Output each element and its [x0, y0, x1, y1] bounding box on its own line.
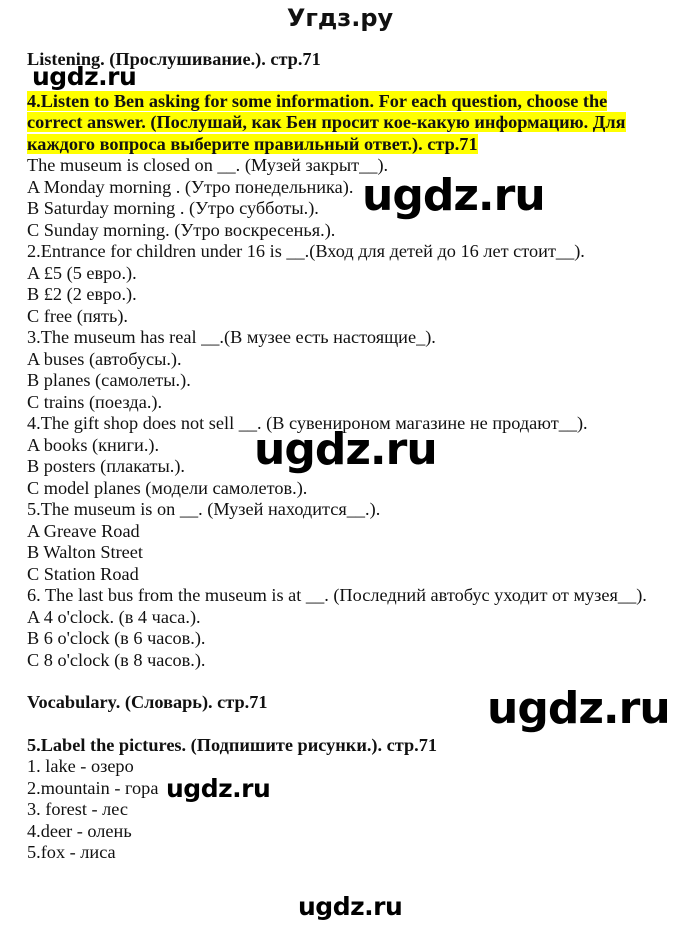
answer-option: A £5 (5 евро.). — [27, 262, 137, 283]
watermark: ugdz.ru — [362, 170, 546, 221]
vocabulary-item: 5.fox - лиса — [27, 842, 116, 862]
question-text: The museum is closed on __. (Музей закры… — [27, 155, 389, 175]
answer-option: A Greave Road — [27, 520, 140, 541]
answer-option: A buses (автобусы.). — [27, 348, 182, 369]
question-2: 2.Entrance for children under 16 is __.(… — [27, 241, 657, 327]
watermark: ugdz.ru — [487, 683, 671, 734]
vocabulary-task: 5.Label the pictures. (Подпишите рисунки… — [27, 735, 657, 864]
question-text: 2.Entrance for children under 16 is __.(… — [27, 241, 585, 261]
question-text: 3.The museum has real __.(В музее есть н… — [27, 327, 436, 347]
question-3: 3.The museum has real __.(В музее есть н… — [27, 327, 657, 413]
listening-task-title: 4.Listen to Ben asking for some informat… — [27, 90, 657, 156]
vocabulary-item: 3. forest - лес — [27, 799, 128, 819]
answer-option: C model planes (модели самолетов.). — [27, 477, 308, 498]
question-6: 6. The last bus from the museum is at __… — [27, 585, 657, 671]
answer-option: B planes (самолеты.). — [27, 370, 191, 390]
watermark: ugdz.ru — [254, 424, 438, 475]
vocabulary-task-title: 5.Label the pictures. (Подпишите рисунки… — [27, 734, 437, 755]
answer-option: B 6 o'clock (в 6 часов.). — [27, 628, 206, 648]
question-text: 6. The last bus from the museum is at __… — [27, 585, 647, 605]
answer-option: C trains (поезда.). — [27, 391, 163, 412]
question-5: 5.The museum is on __. (Музей находится_… — [27, 499, 657, 585]
highlighted-task-text: 4.Listen to Ben asking for some informat… — [27, 90, 626, 154]
watermark: ugdz.ru — [32, 62, 137, 91]
listening-task: 4.Listen to Ben asking for some informat… — [27, 90, 657, 672]
answer-option: C 8 o'clock (в 8 часов.). — [27, 649, 206, 670]
answer-option: A 4 o'clock. (в 4 часа.). — [27, 606, 201, 627]
question-1: The museum is closed on __. (Музей закры… — [27, 155, 657, 241]
answer-option: B Walton Street — [27, 542, 143, 562]
vocabulary-item: 4.deer - олень — [27, 820, 132, 841]
answer-option: B £2 (2 евро.). — [27, 284, 137, 304]
answer-option: C Station Road — [27, 563, 139, 584]
question-text: 5.The museum is on __. (Музей находится_… — [27, 499, 381, 519]
site-title: Угдз.ру — [286, 4, 394, 32]
answer-option: C free (пять). — [27, 305, 129, 326]
watermark: ugdz.ru — [298, 892, 403, 921]
answer-option: C Sunday morning. (Утро воскресенья.). — [27, 219, 336, 240]
vocabulary-item: 2.mountain - гора — [27, 777, 159, 798]
answer-option: A Monday morning . (Утро понедельника). — [27, 176, 354, 197]
answer-option: B Saturday morning . (Утро субботы.). — [27, 198, 319, 218]
watermark: ugdz.ru — [166, 774, 271, 803]
vocabulary-item: 1. lake - озеро — [27, 756, 134, 776]
